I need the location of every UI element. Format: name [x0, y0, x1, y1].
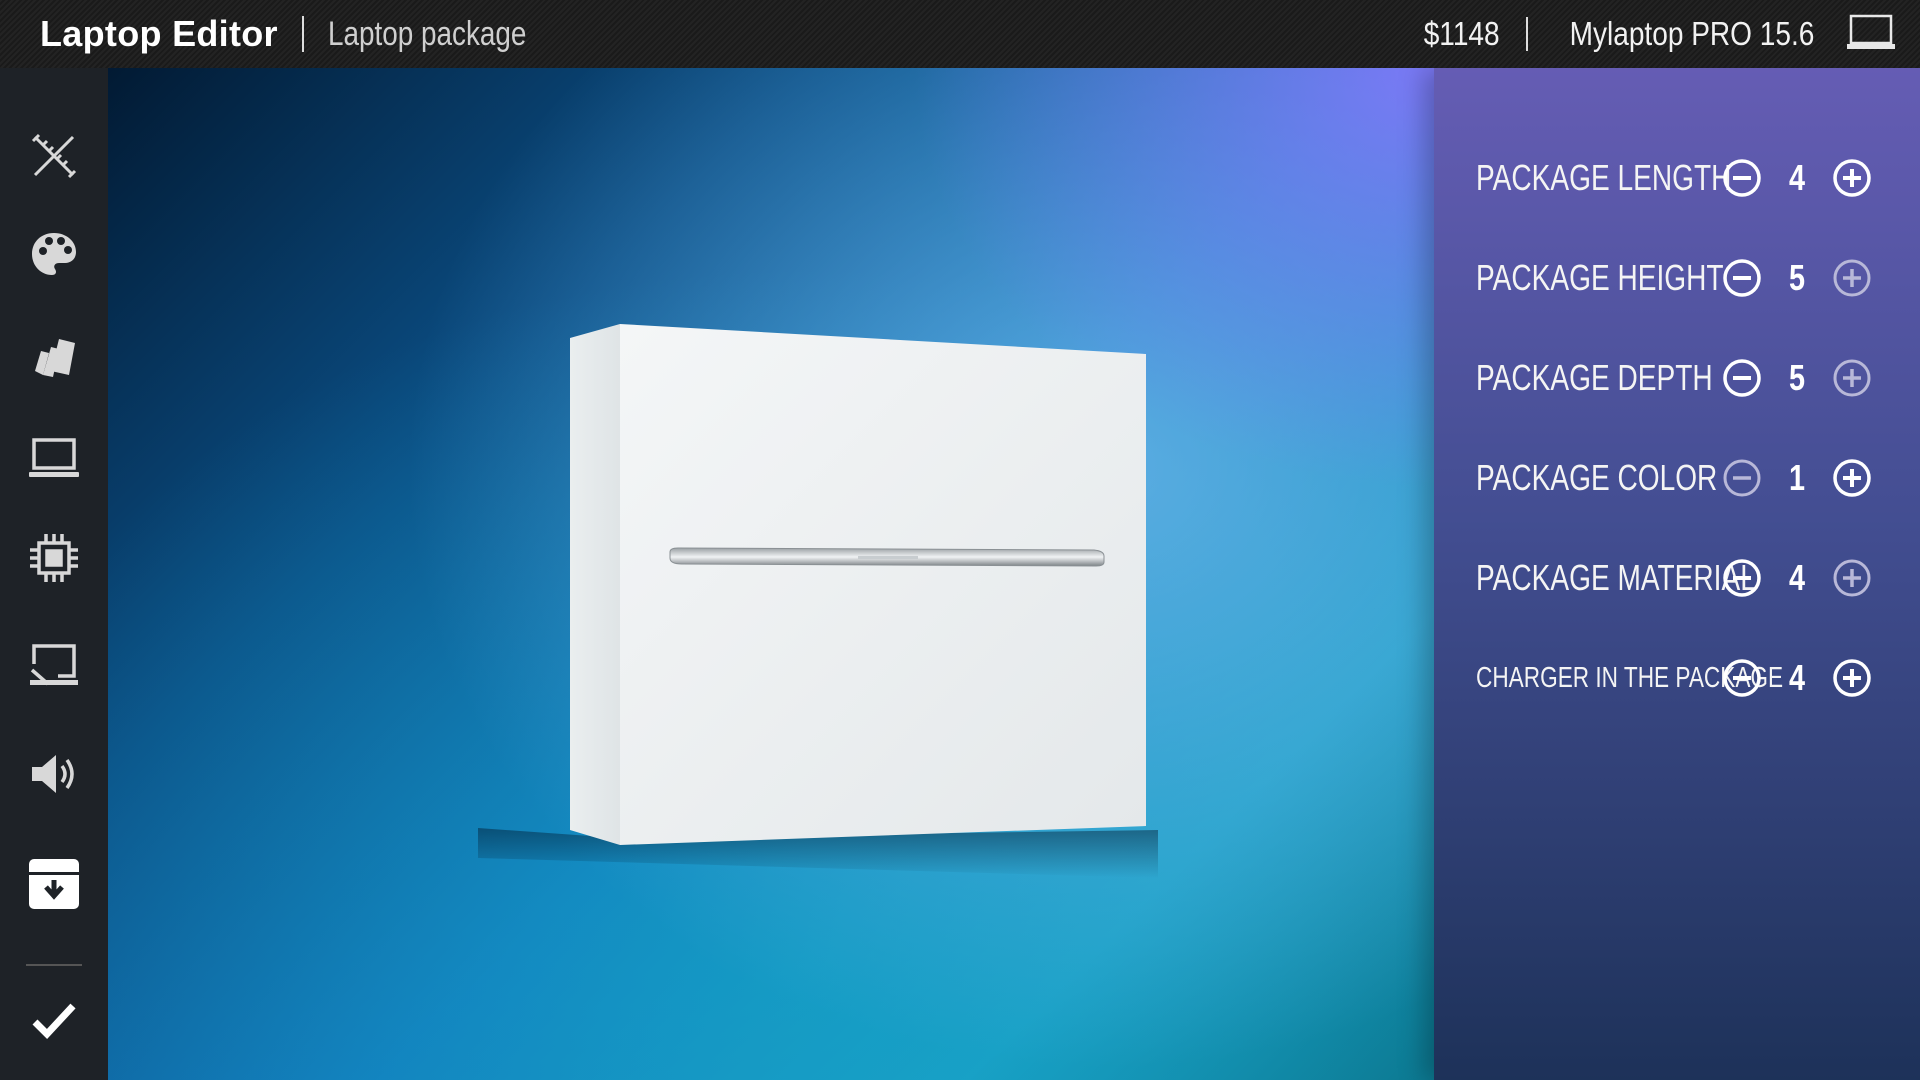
- laptop-icon: [28, 436, 80, 485]
- option-row-package-color: PACKAGE COLOR 1: [1476, 448, 1896, 508]
- minus-circle-icon: [1723, 559, 1761, 597]
- plus-circle-icon: [1833, 159, 1871, 197]
- increment-button[interactable]: [1832, 458, 1872, 498]
- option-row-package-material: PACKAGE MATERIAL 4: [1476, 548, 1896, 608]
- sidebar: [0, 68, 108, 1080]
- plus-circle-icon: [1833, 459, 1871, 497]
- plus-circle-icon: [1833, 359, 1871, 397]
- increment-button[interactable]: [1832, 158, 1872, 198]
- sidebar-item-processor[interactable]: [26, 532, 82, 588]
- chip-icon: [28, 532, 80, 589]
- minus-circle-icon: [1723, 159, 1761, 197]
- app-title: Laptop Editor: [40, 13, 278, 54]
- option-label: PACKAGE HEIGHT: [1476, 257, 1724, 298]
- price-separator: [1526, 17, 1529, 51]
- checkmark-icon: [31, 1000, 77, 1045]
- option-value: 4: [1788, 657, 1806, 698]
- minus-circle-icon: [1723, 259, 1761, 297]
- plus-circle-icon: [1833, 559, 1871, 597]
- decrement-button[interactable]: [1722, 158, 1762, 198]
- screen-cast-icon: [28, 642, 80, 695]
- sidebar-item-colors[interactable]: [26, 228, 82, 284]
- swatches-icon: [29, 331, 79, 386]
- increment-button[interactable]: [1832, 658, 1872, 698]
- increment-button[interactable]: [1832, 558, 1872, 598]
- decrement-button[interactable]: [1722, 458, 1762, 498]
- option-value: 5: [1788, 357, 1806, 398]
- options-panel: PACKAGE LENGTH 4 PACKAGE HEIGHT 5 PACKAG…: [1434, 68, 1920, 1080]
- minus-circle-icon: [1723, 659, 1761, 697]
- sidebar-divider: [26, 964, 82, 966]
- minus-circle-icon: [1723, 359, 1761, 397]
- sidebar-item-tools[interactable]: [26, 130, 82, 186]
- increment-button[interactable]: [1832, 358, 1872, 398]
- option-row-package-depth: PACKAGE DEPTH 5: [1476, 348, 1896, 408]
- sidebar-item-display[interactable]: [26, 640, 82, 696]
- option-value: 1: [1788, 457, 1806, 498]
- price-label: $1148: [1423, 15, 1500, 52]
- option-row-package-length: PACKAGE LENGTH 4: [1476, 148, 1896, 208]
- option-label: PACKAGE DEPTH: [1476, 357, 1713, 398]
- laptop-outline-icon: [1846, 13, 1896, 56]
- increment-button[interactable]: [1832, 258, 1872, 298]
- ruler-pencil-icon: [29, 131, 79, 186]
- page-title: Laptop package: [327, 14, 527, 53]
- option-label: PACKAGE LENGTH: [1476, 157, 1732, 198]
- sidebar-item-sound[interactable]: [26, 748, 82, 804]
- minus-circle-icon: [1723, 459, 1761, 497]
- option-value: 4: [1788, 557, 1806, 598]
- sidebar-item-package[interactable]: [26, 858, 82, 914]
- option-value: 5: [1788, 257, 1806, 298]
- archive-download-icon: [28, 858, 80, 915]
- confirm-button[interactable]: [26, 994, 82, 1050]
- plus-circle-icon: [1833, 259, 1871, 297]
- speaker-icon: [28, 750, 80, 803]
- option-row-charger: CHARGER IN THE PACKAGE 4: [1476, 648, 1896, 708]
- sidebar-item-laptop[interactable]: [26, 432, 82, 488]
- palette-icon: [29, 229, 79, 284]
- decrement-button[interactable]: [1722, 658, 1762, 698]
- sidebar-item-materials[interactable]: [26, 330, 82, 386]
- decrement-button[interactable]: [1722, 358, 1762, 398]
- package-box-preview: [458, 318, 1178, 923]
- top-bar: Laptop Editor Laptop package $1148 Mylap…: [0, 0, 1920, 68]
- decrement-button[interactable]: [1722, 258, 1762, 298]
- model-label: Mylaptop PRO 15.6: [1569, 15, 1815, 52]
- title-separator: [301, 16, 304, 52]
- plus-circle-icon: [1833, 659, 1871, 697]
- option-label: PACKAGE COLOR: [1476, 457, 1718, 498]
- option-label: PACKAGE MATERIAL: [1476, 557, 1756, 598]
- top-right-info: $1148 Mylaptop PRO 15.6: [1417, 0, 1896, 68]
- option-value: 4: [1788, 157, 1806, 198]
- preview-area: [108, 68, 1434, 1080]
- decrement-button[interactable]: [1722, 558, 1762, 598]
- option-row-package-height: PACKAGE HEIGHT 5: [1476, 248, 1896, 308]
